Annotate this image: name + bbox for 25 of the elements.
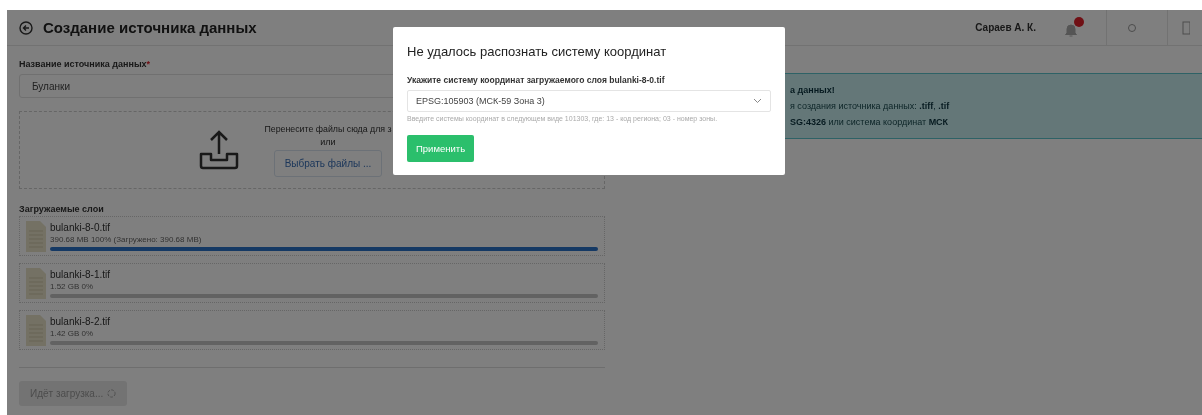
apply-button[interactable]: Применить: [407, 135, 475, 162]
page-title: Создание источника данных: [43, 19, 257, 36]
crs-select[interactable]: EPSG:105903 (МСК-59 Зона 3): [407, 90, 771, 112]
spinner-icon: [107, 389, 117, 398]
info-text: а данных!: [790, 85, 836, 95]
layer-name: bulanki-8-2.tif: [50, 315, 112, 327]
info-text: SG:4326 или система координат МСК: [790, 117, 950, 127]
section-title: Загружаемые слои: [19, 204, 105, 214]
layer-name: bulanki-8-1.tif: [50, 268, 112, 280]
layer-name: bulanki-8-0.tif: [50, 221, 112, 233]
notification-bell-icon[interactable]: [1064, 17, 1084, 38]
dialog-title: Не удалось распознать систему координат: [407, 44, 668, 59]
required-mark: *: [146, 59, 151, 69]
user-name[interactable]: Сараев А. К.: [975, 22, 1036, 33]
back-icon[interactable]: [19, 20, 33, 35]
or-text: или: [320, 136, 336, 147]
info-text: я создания источника данных: .tiff, .tif: [790, 101, 951, 111]
file-icon: [26, 314, 46, 346]
drop-hint: Перенесите файлы сюда для з: [264, 123, 392, 134]
chevron-down-icon: [753, 98, 762, 104]
file-icon: [26, 267, 46, 299]
layer-meta: 390.68 MB 100% (Загружено: 390.68 MB): [50, 234, 203, 244]
file-icon: [26, 220, 46, 252]
upload-icon: [197, 128, 241, 172]
choose-files-button[interactable]: Выбрать файлы ...: [273, 149, 383, 177]
